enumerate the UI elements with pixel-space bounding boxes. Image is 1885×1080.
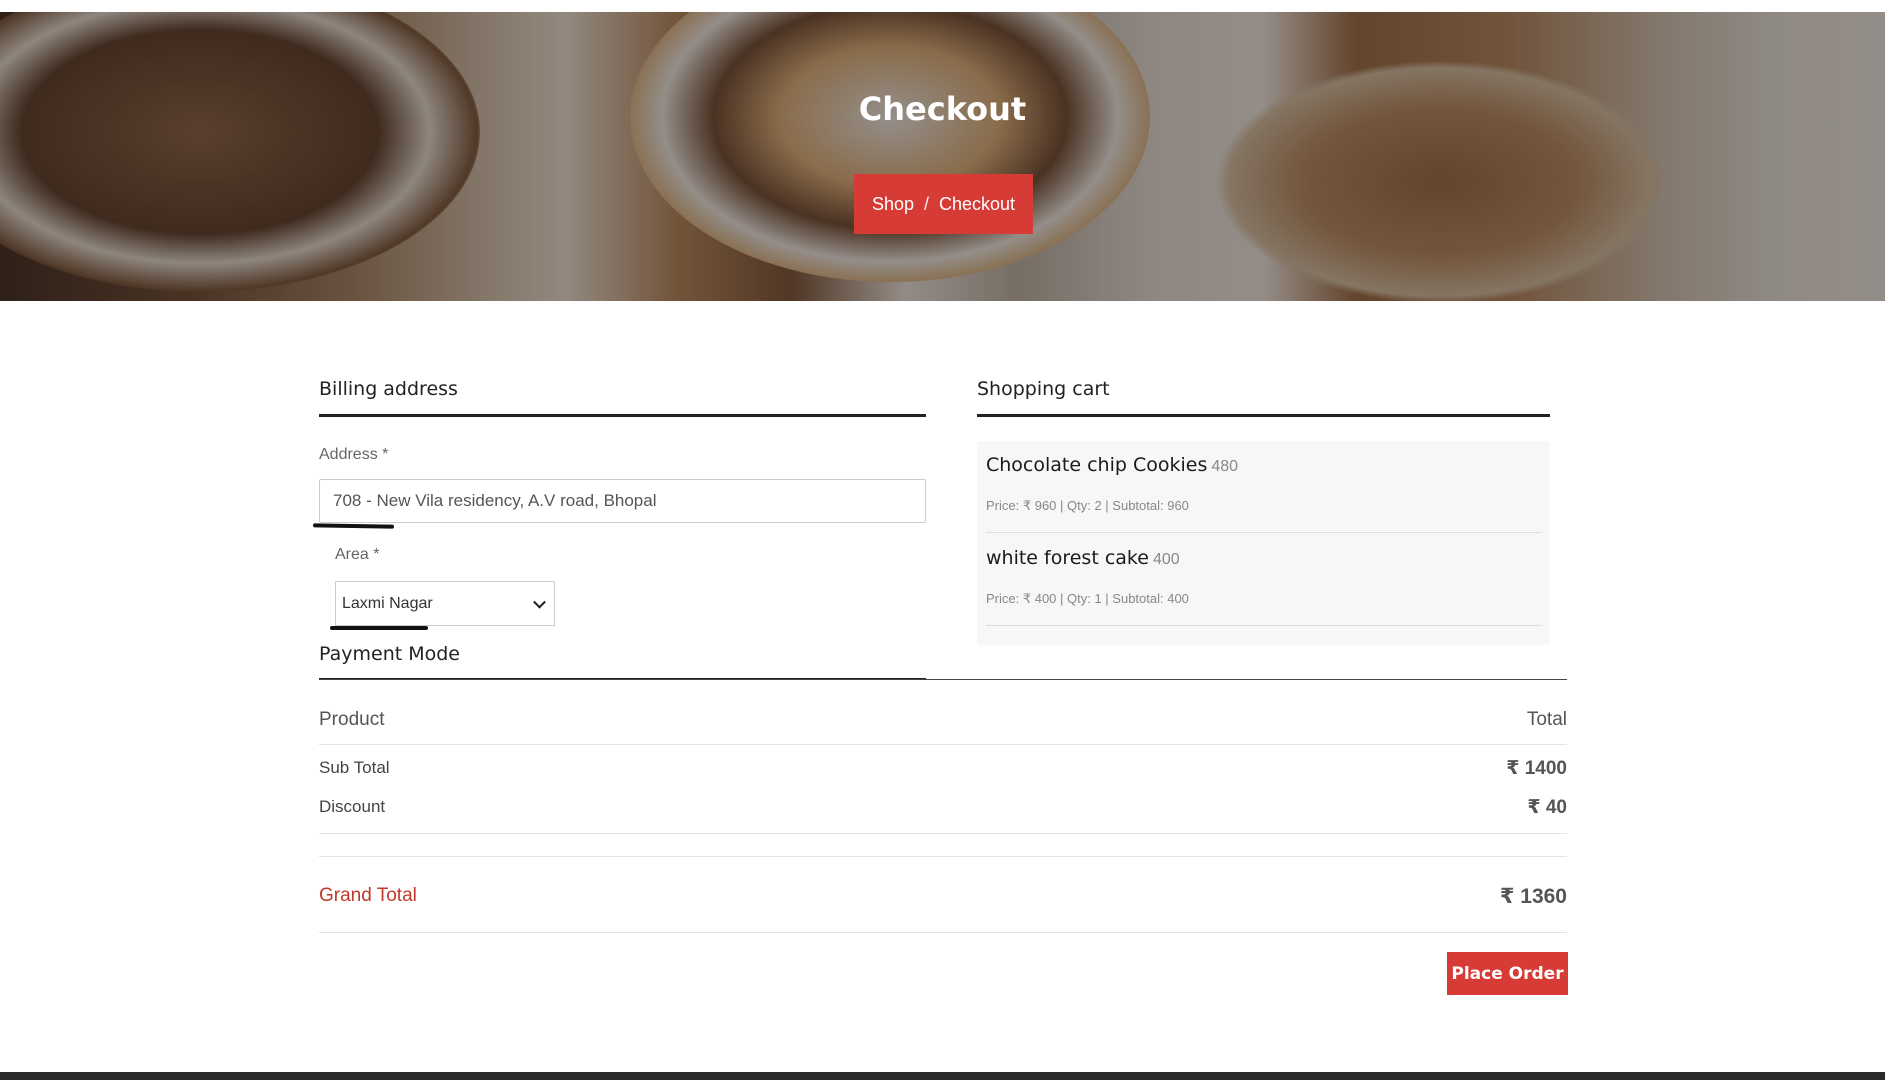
chevron-down-icon xyxy=(533,595,546,609)
subtotal-label: Sub Total xyxy=(319,758,390,777)
summary-header-row: Product Total xyxy=(319,708,1567,732)
cart-heading-rule xyxy=(977,414,1550,417)
grand-total-label: Grand Total xyxy=(319,885,417,906)
cart-item-divider xyxy=(986,625,1541,626)
annotation-underline-area xyxy=(330,626,428,630)
breadcrumb-shop-link[interactable]: Shop xyxy=(872,194,914,215)
summary-divider xyxy=(319,744,1567,745)
discount-label: Discount xyxy=(319,797,386,816)
breadcrumb-current: Checkout xyxy=(939,193,1016,214)
breadcrumb: Shop / Checkout xyxy=(854,174,1033,234)
cart-item-name: white forest cake xyxy=(986,547,1149,569)
subtotal-row: Sub Total ₹ 1400 xyxy=(319,756,1567,780)
area-selected-value: Laxmi Nagar xyxy=(342,594,433,612)
cart-item: Chocolate chip Cookies 480 Price: ₹ 960 |… xyxy=(986,454,1541,533)
total-column-header: Total xyxy=(1526,709,1567,730)
cart-item-name: Chocolate chip Cookies xyxy=(986,454,1208,476)
grand-total-value: ₹ 1360 xyxy=(1499,884,1567,908)
cart-item-divider xyxy=(986,532,1541,533)
area-label: Area * xyxy=(335,546,380,563)
cart-item-price: 400 xyxy=(1152,551,1180,568)
summary-divider xyxy=(319,932,1567,933)
page-title: Checkout xyxy=(858,90,1027,128)
cart-item-meta: Price: ₹ 960 | Qty: 2 | Subtotal: 960 xyxy=(986,498,1189,513)
cart-item: white forest cake 400 Price: ₹ 400 | Qty:… xyxy=(986,547,1541,626)
cart-item-price: 480 xyxy=(1211,458,1239,475)
billing-heading-rule xyxy=(319,414,926,417)
summary-divider xyxy=(319,833,1567,834)
subtotal-value: ₹ 1400 xyxy=(1506,757,1567,779)
top-bar xyxy=(0,0,1885,12)
address-label: Address * xyxy=(319,446,389,463)
breadcrumb-separator: / xyxy=(923,193,929,214)
annotation-underline-address xyxy=(312,523,395,529)
footer-bar xyxy=(0,1072,1885,1080)
cart-list: Chocolate chip Cookies 480 Price: ₹ 960 |… xyxy=(977,441,1550,645)
area-select[interactable]: Laxmi Nagar xyxy=(335,581,555,626)
hero-banner: Checkout Shop / Checkout xyxy=(0,12,1885,301)
cart-item-meta: Price: ₹ 400 | Qty: 1 | Subtotal: 400 xyxy=(986,591,1189,606)
payment-rule-extension xyxy=(319,679,1567,680)
place-order-button[interactable]: Place Order xyxy=(1447,952,1568,995)
cart-heading: Shopping cart xyxy=(977,378,1110,400)
summary-divider xyxy=(319,856,1567,857)
payment-heading: Payment Mode xyxy=(319,643,460,665)
address-value: 708 - New Vila residency, A.V road, Bhop… xyxy=(333,491,657,510)
grand-total-row: Grand Total ₹ 1360 xyxy=(319,882,1567,910)
billing-heading: Billing address xyxy=(319,378,458,400)
product-column-header: Product xyxy=(319,709,385,730)
address-field[interactable]: 708 - New Vila residency, A.V road, Bhop… xyxy=(319,479,926,523)
discount-row: Discount ₹ 40 xyxy=(319,795,1567,819)
discount-value: ₹ 40 xyxy=(1527,796,1567,818)
